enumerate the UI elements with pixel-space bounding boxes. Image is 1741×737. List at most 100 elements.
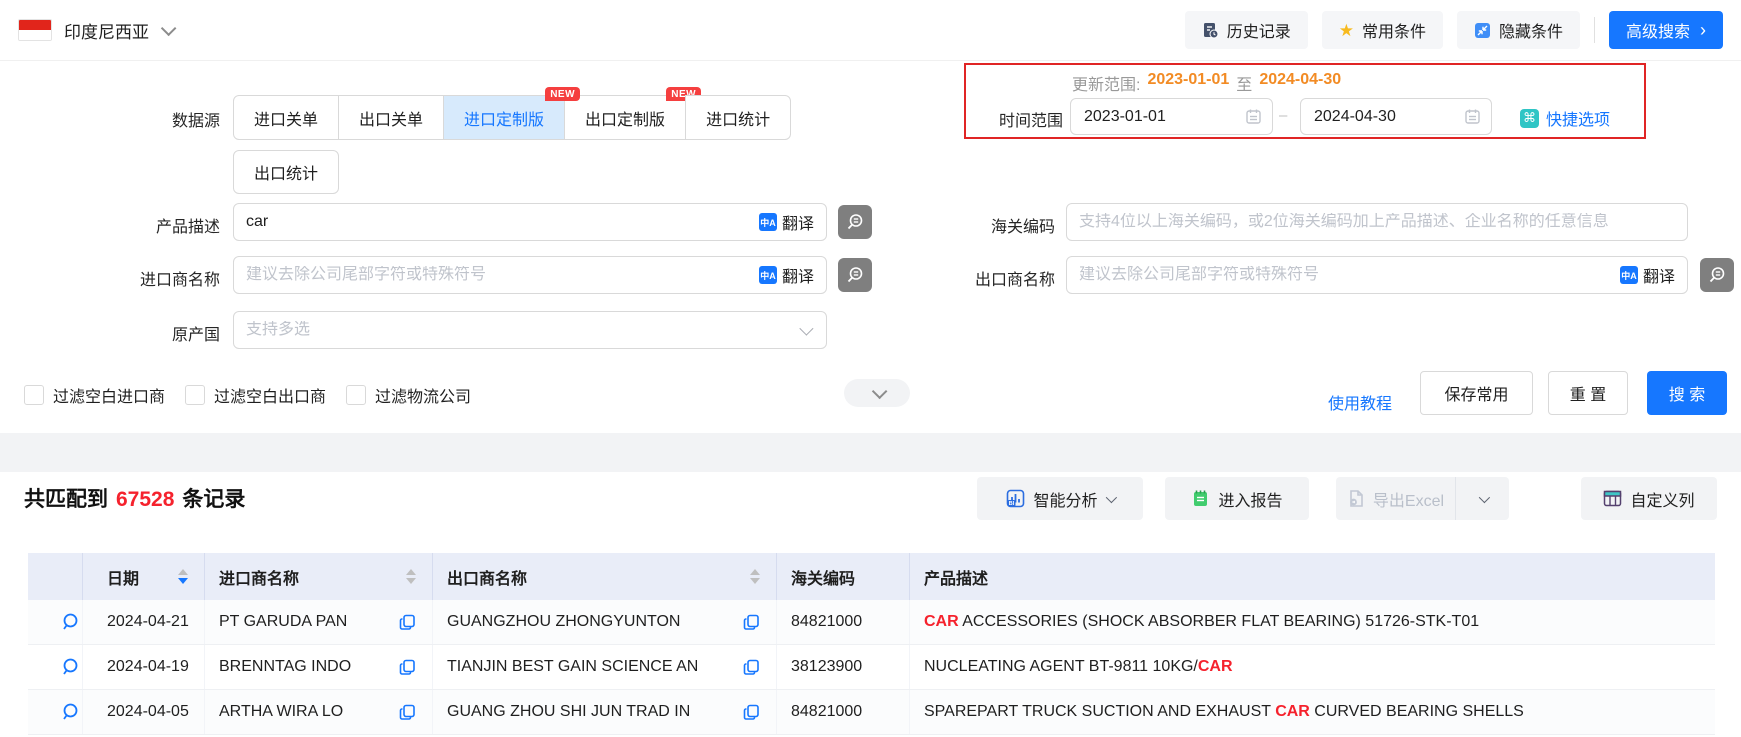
origin-input[interactable] [246,321,800,339]
quick-options-label: 快捷选项 [1546,112,1611,129]
hide-conditions-button[interactable]: 隐藏条件 [1456,11,1580,49]
importer-name[interactable]: BRENNTAG INDO [219,658,351,676]
date-from-input[interactable]: 2023-01-01 [1070,98,1273,135]
translate-link[interactable]: 中A 翻译 [758,263,814,287]
tab-export-statistics[interactable]: 出口统计 [233,150,340,194]
checkbox-filter-blank-importer[interactable]: 过滤空白进口商 [24,383,165,407]
header-importer[interactable]: 进口商名称 [205,553,433,600]
summary-prefix: 共匹配到 [24,488,108,511]
advanced-search-button[interactable]: 高级搜索 › [1608,11,1723,49]
quick-options-link[interactable]: ⌘ 快捷选项 [1520,106,1610,130]
tab-label: 进口定制版 [464,111,545,129]
header-date[interactable]: 日期 [83,553,205,600]
hs-code-cell: 84821000 [777,600,910,644]
copy-button[interactable] [741,614,762,631]
country-selector[interactable]: 印度尼西亚 [18,18,177,43]
view-detail-button[interactable] [58,612,82,632]
svg-text:BI: BI [1009,501,1015,507]
importer-name[interactable]: PT GARUDA PAN [219,613,347,631]
copy-icon [399,614,415,630]
desc-segment: NUCLEATING AGENT BT-9811 10KG/ [924,658,1198,675]
copy-button[interactable] [397,614,418,631]
tab-import-customs[interactable]: 进口关单 [233,95,340,140]
tab-export-customs[interactable]: 出口关单 [338,95,445,140]
tutorial-link[interactable]: 使用教程 [1328,390,1392,414]
collapse-form-button[interactable] [844,379,910,407]
checkbox-icon [346,385,367,405]
view-detail-button[interactable] [58,657,82,677]
tab-import-custom-edition[interactable]: 进口定制版 NEW [443,87,581,140]
product-desc-text: CAR ACCESSORIES (SHOCK ABSORBER FLAT BEA… [924,613,1479,631]
hs-code-input[interactable] [1079,213,1675,231]
command-icon: ⌘ [1520,108,1539,128]
update-range-joiner: 至 [1236,77,1253,94]
product-desc-input[interactable] [246,213,751,231]
product-desc-cell: SPAREPART TRUCK SUCTION AND EXHAUST CAR … [910,690,1715,734]
chevron-down-icon [871,383,887,399]
importer-name[interactable]: ARTHA WIRA LO [219,703,343,721]
checkbox-icon [24,385,44,405]
chevron-down-icon [799,321,814,336]
date-to-input[interactable]: 2024-04-30 [1300,98,1492,135]
origin-select[interactable] [233,311,827,349]
results-table: 日期 进口商名称 出口商名称 海关编码 产品描述 2024-04-21 PT G… [28,553,1715,735]
translate-label: 翻译 [1642,269,1675,286]
copy-button[interactable] [397,704,418,721]
exporter-name[interactable]: GUANG ZHOU SHI JUN TRAD IN [447,703,690,721]
export-excel-button[interactable]: 导出Excel [1336,477,1455,520]
favorites-button[interactable]: ★ 常用条件 [1321,11,1443,49]
smart-analysis-button[interactable]: BI 智能分析 [977,477,1143,520]
checkbox-filter-logistics[interactable]: 过滤物流公司 [346,383,471,407]
header-exporter-label: 出口商名称 [447,570,528,588]
exporter-name[interactable]: GUANGZHOU ZHONGYUNTON [447,613,680,631]
topbar-actions: 历史记录 ★ 常用条件 隐藏条件 高级搜索 › [1184,11,1723,49]
reset-button[interactable]: 重 置 [1548,371,1628,415]
copy-button[interactable] [741,659,762,676]
new-badge: NEW [545,87,581,101]
hide-conditions-label: 隐藏条件 [1498,24,1563,41]
history-button[interactable]: 历史记录 [1184,11,1308,49]
header-hs-code: 海关编码 [777,553,910,600]
filter-checkboxes: 过滤空白进口商 过滤空白出口商 过滤物流公司 [24,383,471,407]
sort-icon[interactable] [750,569,760,584]
importer-cell: PT GARUDA PAN [205,600,433,644]
chevron-right-icon: › [1700,20,1706,40]
copy-icon [399,659,415,675]
view-detail-button[interactable] [58,702,82,722]
tab-label: 进口统计 [706,111,771,129]
header-exporter[interactable]: 出口商名称 [433,553,777,600]
importer-input[interactable] [246,266,751,284]
translate-link[interactable]: 中A 翻译 [1619,263,1675,287]
table-row: 2024-04-05 ARTHA WIRA LO GUANG ZHOU SHI … [28,690,1715,735]
smart-analysis-label: 智能分析 [1033,492,1098,510]
desc-segment: SPAREPART TRUCK SUCTION AND EXHAUST [924,703,1276,720]
copy-button[interactable] [741,704,762,721]
copy-button[interactable] [397,659,418,676]
save-common-button[interactable]: 保存常用 [1420,371,1533,415]
tab-import-statistics[interactable]: 进口统计 [685,95,792,140]
divider [1593,17,1595,43]
importer-cell: BRENNTAG INDO [205,645,433,689]
sort-icon[interactable] [406,569,416,584]
export-options-button[interactable] [1455,477,1509,520]
indonesia-flag-icon [18,19,52,41]
hs-code-cell: 84821000 [777,690,910,734]
checkbox-filter-blank-exporter[interactable]: 过滤空白出口商 [185,383,326,407]
enter-report-button[interactable]: 进入报告 [1165,477,1309,520]
sort-icon[interactable] [178,569,188,584]
translate-link[interactable]: 中A 翻译 [758,210,814,234]
customize-columns-button[interactable]: 自定义列 [1581,477,1717,520]
chevron-down-icon [1478,491,1490,503]
copy-icon [399,704,415,720]
exporter-cell: TIANJIN BEST GAIN SCIENCE AN [433,645,777,689]
exporter-input[interactable] [1079,266,1612,284]
fuzzy-match-button[interactable] [1700,258,1734,292]
table-header: 日期 进口商名称 出口商名称 海关编码 产品描述 [28,553,1715,600]
search-button[interactable]: 搜 索 [1647,371,1727,415]
magnifier-icon [63,658,78,675]
hs-code-cell: 38123900 [777,645,910,689]
exporter-name[interactable]: TIANJIN BEST GAIN SCIENCE AN [447,658,698,676]
update-range-from: 2023-01-01 [1147,71,1230,88]
translate-icon: 中A [758,266,777,284]
tab-export-custom-edition[interactable]: 出口定制版 NEW [564,87,702,140]
